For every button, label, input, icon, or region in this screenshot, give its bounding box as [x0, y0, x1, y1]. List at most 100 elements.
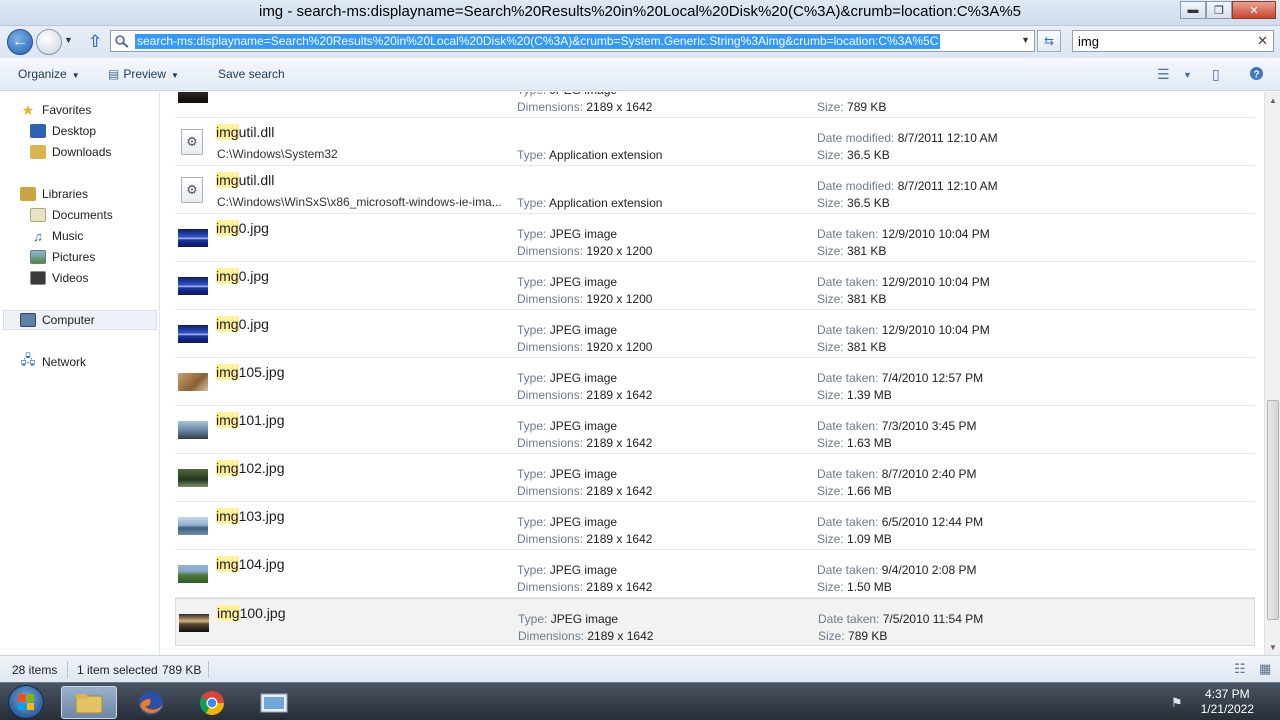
- file-name[interactable]: img105.jpg: [216, 364, 285, 380]
- file-name[interactable]: img0.jpg: [216, 316, 269, 332]
- dimensions-value: 2189 x 1642: [586, 436, 653, 450]
- help-icon[interactable]: ?: [1249, 66, 1264, 84]
- dimensions-field: Dimensions: 2189 x 1642: [517, 532, 653, 546]
- size-value: 381 KB: [847, 292, 887, 306]
- preview-pane-icon[interactable]: ▯: [1212, 66, 1220, 83]
- type-value: JPEG image: [550, 612, 619, 626]
- list-item[interactable]: img0.jpg Type: JPEG image Dimensions: 1920…: [175, 310, 1255, 358]
- address-dropdown-icon[interactable]: ▼: [1021, 35, 1030, 45]
- dimensions-value: 1920 x 1200: [586, 292, 653, 306]
- list-item[interactable]: ⚙ imgutil.dll C:\Windows\System32 Type: App…: [175, 118, 1255, 166]
- date-label: Date taken:: [817, 563, 879, 577]
- list-item[interactable]: img102.jpg Type: JPEG image Dimensions: 21…: [175, 454, 1255, 502]
- minimize-button[interactable]: ▬: [1180, 1, 1206, 19]
- up-button[interactable]: ⇧: [88, 32, 102, 52]
- file-name[interactable]: img0.jpg: [216, 268, 269, 284]
- file-name[interactable]: imgutil.dll: [216, 172, 274, 188]
- scroll-down-icon[interactable]: ▼: [1265, 639, 1280, 655]
- back-button[interactable]: ←: [7, 29, 33, 55]
- system-clock[interactable]: 4:37 PM 1/21/2022: [1201, 687, 1254, 717]
- tiles-view-icon[interactable]: ▦: [1259, 661, 1271, 677]
- list-item[interactable]: img101.jpg Type: JPEG image Dimensions: 21…: [175, 406, 1255, 454]
- svg-text:?: ?: [1253, 70, 1259, 81]
- search-match: img: [216, 268, 239, 284]
- scrollbar-thumb[interactable]: [1267, 400, 1279, 620]
- file-name[interactable]: img100.jpg: [217, 605, 286, 621]
- file-name-rest: util.dll: [238, 172, 275, 188]
- file-name-rest: 0.jpg: [238, 268, 269, 284]
- list-item[interactable]: img0.jpg Type: JPEG image Dimensions: 1920…: [175, 262, 1255, 310]
- list-item[interactable]: img103.jpg Type: JPEG image Dimensions: 21…: [175, 502, 1255, 550]
- chevron-down-icon: ▼: [171, 71, 179, 80]
- date-field: Date taken: 8/7/2010 2:40 PM: [817, 467, 976, 481]
- image-thumbnail: [179, 614, 209, 632]
- list-item[interactable]: img104.jpg Type: JPEG image Dimensions: 21…: [175, 550, 1255, 598]
- clear-search-icon[interactable]: ✕: [1257, 33, 1268, 49]
- file-path: C:\Windows\System32: [217, 147, 338, 161]
- date-field: Date taken: 6/5/2010 12:44 PM: [817, 515, 983, 529]
- item-count: 28 items: [12, 663, 58, 677]
- nav-downloads[interactable]: Downloads: [30, 142, 111, 162]
- nav-pictures[interactable]: Pictures: [30, 247, 95, 267]
- list-item[interactable]: img100.jpg Type: JPEG image Dimensions: 21…: [175, 598, 1255, 646]
- file-name[interactable]: img101.jpg: [216, 412, 285, 428]
- search-input[interactable]: [1078, 32, 1248, 50]
- preview-button[interactable]: ▤ Preview ▼: [108, 67, 179, 81]
- recent-pages-dropdown[interactable]: ▼: [64, 35, 73, 45]
- details-view-icon[interactable]: ☷: [1234, 661, 1246, 677]
- image-thumbnail: [178, 421, 208, 439]
- nav-network[interactable]: 🖧 Network: [20, 352, 86, 372]
- title-bar: img - search-ms:displayname=Search%20Res…: [0, 0, 1280, 26]
- action-center-icon[interactable]: ⚑: [1171, 695, 1183, 711]
- nav-videos[interactable]: Videos: [30, 268, 88, 288]
- address-bar[interactable]: search-ms:displayname=Search%20Results%2…: [110, 30, 1035, 52]
- file-name-rest: util.dll: [238, 124, 275, 140]
- list-item[interactable]: img0.jpg Type: JPEG image Dimensions: 1920…: [175, 214, 1255, 262]
- search-match: img: [216, 364, 239, 380]
- image-thumbnail: [178, 517, 208, 535]
- dimensions-field: Dimensions: 2189 x 1642: [517, 580, 653, 594]
- scroll-up-icon[interactable]: ▲: [1265, 92, 1280, 108]
- file-name[interactable]: img103.jpg: [216, 508, 285, 524]
- dimensions-value: 2189 x 1642: [586, 580, 653, 594]
- refresh-button[interactable]: ⇆: [1037, 30, 1061, 52]
- taskbar-firefox-button[interactable]: [123, 686, 179, 719]
- view-options-icon[interactable]: ☰: [1157, 66, 1170, 83]
- nav-documents[interactable]: Documents: [30, 205, 113, 225]
- list-item[interactable]: Type: JPEG image Dimensions: 2189 x 1642…: [175, 92, 1255, 118]
- forward-button[interactable]: [36, 29, 62, 55]
- taskbar-chrome-button[interactable]: [184, 686, 240, 719]
- dimensions-field: Dimensions: 1920 x 1200: [517, 292, 653, 306]
- type-value: JPEG image: [549, 467, 618, 481]
- image-thumbnail: [178, 325, 208, 343]
- dimensions-value: 1920 x 1200: [586, 244, 653, 258]
- type-field: Type: JPEG image: [517, 419, 618, 433]
- list-item[interactable]: ⚙ imgutil.dll C:\Windows\WinSxS\x86_micros…: [175, 166, 1255, 214]
- date-label: Date taken:: [817, 275, 879, 289]
- file-name[interactable]: img104.jpg: [216, 556, 285, 572]
- taskbar-explorer-button[interactable]: [61, 686, 117, 719]
- libraries-icon: [20, 187, 36, 201]
- address-url[interactable]: search-ms:displayname=Search%20Results%2…: [135, 34, 941, 49]
- close-button[interactable]: ✕: [1232, 1, 1276, 19]
- taskbar-screenshot-button[interactable]: [246, 686, 302, 719]
- view-dropdown-icon[interactable]: ▼: [1183, 70, 1192, 80]
- vertical-scrollbar[interactable]: ▲ ▼: [1264, 92, 1280, 655]
- nav-desktop[interactable]: Desktop: [30, 121, 96, 141]
- maximize-button[interactable]: ❐: [1206, 1, 1232, 19]
- organize-button[interactable]: Organize ▼: [18, 67, 80, 81]
- date-label: Date taken:: [817, 371, 879, 385]
- search-box[interactable]: ✕: [1072, 30, 1274, 52]
- file-name-rest: 102.jpg: [238, 460, 285, 476]
- save-search-button[interactable]: Save search: [218, 67, 285, 81]
- list-item[interactable]: img105.jpg Type: JPEG image Dimensions: 21…: [175, 358, 1255, 406]
- nav-music[interactable]: ♫ Music: [30, 226, 83, 246]
- nav-computer[interactable]: Computer: [3, 310, 157, 330]
- nav-favorites[interactable]: ★ Favorites: [20, 100, 92, 120]
- nav-libraries[interactable]: Libraries: [20, 184, 88, 204]
- file-name-rest: 100.jpg: [239, 605, 286, 621]
- file-name[interactable]: imgutil.dll: [216, 124, 274, 140]
- start-button[interactable]: [8, 685, 44, 719]
- file-name[interactable]: img0.jpg: [216, 220, 269, 236]
- file-name[interactable]: img102.jpg: [216, 460, 285, 476]
